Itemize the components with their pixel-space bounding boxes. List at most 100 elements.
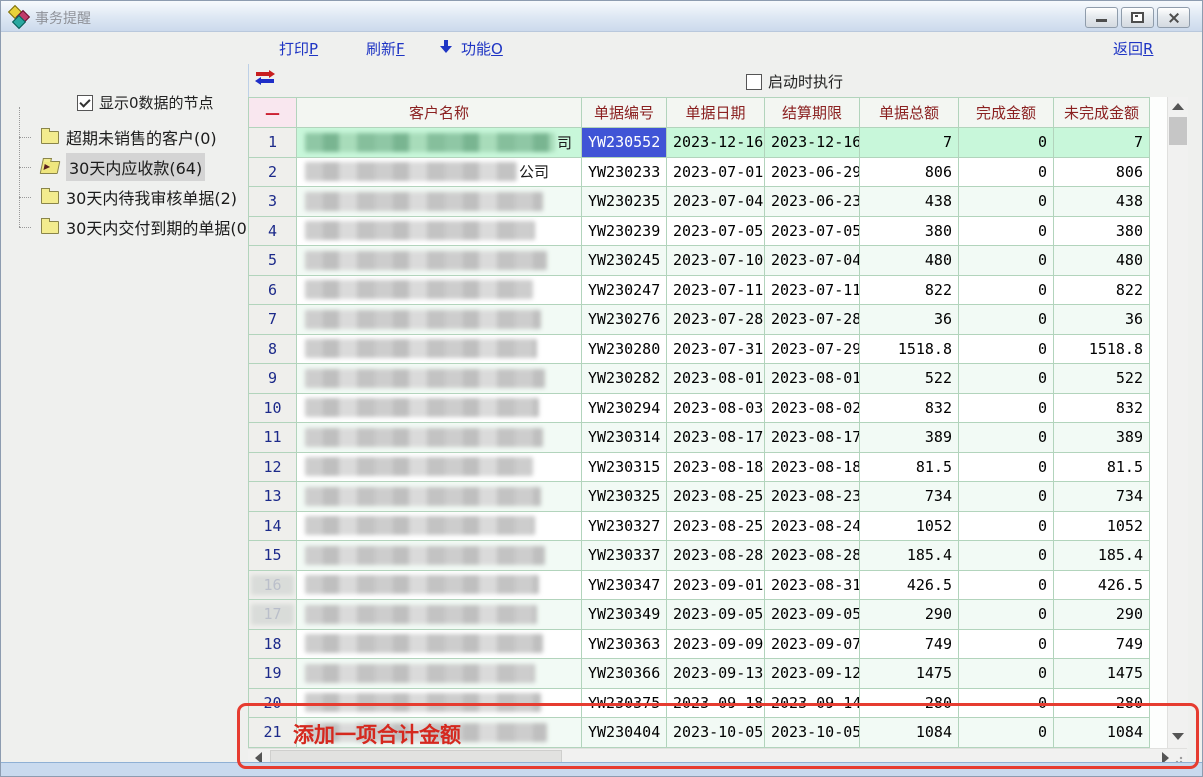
cell-doc-no[interactable]: YW230282 xyxy=(582,364,667,394)
cell-doc-no[interactable]: YW230294 xyxy=(582,393,667,423)
show-zero-nodes-checkbox-row[interactable]: 显示0数据的节点 xyxy=(77,92,214,113)
table-row[interactable]: 16YW2303472023-09-012023-08-31426.50426.… xyxy=(249,570,1150,600)
cell-undone-amount[interactable]: 1518.8 xyxy=(1054,334,1150,364)
cell-total-amount[interactable]: 389 xyxy=(860,423,959,453)
cell-total-amount[interactable]: 734 xyxy=(860,482,959,512)
cell-undone-amount[interactable]: 1475 xyxy=(1054,659,1150,689)
table-row[interactable]: 5YW2302452023-07-102023-07-044800480 xyxy=(249,246,1150,276)
cell-doc-date[interactable]: 2023-08-25 xyxy=(667,511,765,541)
cell-row-number[interactable]: 8 xyxy=(249,334,297,364)
cell-row-number[interactable]: 10 xyxy=(249,393,297,423)
cell-total-amount[interactable]: 832 xyxy=(860,393,959,423)
cell-done-amount[interactable]: 0 xyxy=(959,511,1054,541)
cell-total-amount[interactable]: 1052 xyxy=(860,511,959,541)
cell-customer-name[interactable] xyxy=(297,452,582,482)
table-row[interactable]: 2公司YW2302332023-07-012023-06-298060806 xyxy=(249,157,1150,187)
cell-row-number[interactable]: 4 xyxy=(249,216,297,246)
table-row[interactable]: 15YW2303372023-08-282023-08-28185.40185.… xyxy=(249,541,1150,571)
col-customer-name[interactable]: 客户名称 xyxy=(297,98,582,128)
cell-undone-amount[interactable]: 734 xyxy=(1054,482,1150,512)
cell-total-amount[interactable]: 806 xyxy=(860,157,959,187)
cell-row-number[interactable]: 17 xyxy=(249,600,297,630)
cell-customer-name[interactable] xyxy=(297,629,582,659)
cell-row-number[interactable]: 16 xyxy=(249,570,297,600)
cell-undone-amount[interactable]: 480 xyxy=(1054,246,1150,276)
cell-done-amount[interactable]: 0 xyxy=(959,187,1054,217)
cell-done-amount[interactable]: 0 xyxy=(959,157,1054,187)
table-row[interactable]: 9YW2302822023-08-012023-08-015220522 xyxy=(249,364,1150,394)
cell-row-number[interactable]: 13 xyxy=(249,482,297,512)
cell-total-amount[interactable]: 290 xyxy=(860,600,959,630)
cell-due-date[interactable]: 2023-08-18 xyxy=(765,452,860,482)
close-button[interactable] xyxy=(1157,7,1190,28)
cell-total-amount[interactable]: 1518.8 xyxy=(860,334,959,364)
cell-customer-name[interactable] xyxy=(297,423,582,453)
cell-row-number[interactable]: 19 xyxy=(249,659,297,689)
col-doc-date[interactable]: 单据日期 xyxy=(667,98,765,128)
cell-undone-amount[interactable]: 806 xyxy=(1054,157,1150,187)
cell-due-date[interactable]: 2023-06-29 xyxy=(765,157,860,187)
tree-item-receivables-30d[interactable]: 30天内应收款(64) xyxy=(15,152,253,182)
cell-customer-name[interactable] xyxy=(297,600,582,630)
cell-done-amount[interactable]: 0 xyxy=(959,216,1054,246)
cell-due-date[interactable]: 2023-08-31 xyxy=(765,570,860,600)
table-row[interactable]: 7YW2302762023-07-282023-07-2836036 xyxy=(249,305,1150,335)
run-on-startup-checkbox[interactable] xyxy=(746,74,762,90)
cell-done-amount[interactable]: 0 xyxy=(959,246,1054,276)
cell-doc-no[interactable]: YW230325 xyxy=(582,482,667,512)
cell-row-number[interactable]: 18 xyxy=(249,629,297,659)
cell-due-date[interactable]: 2023-08-28 xyxy=(765,541,860,571)
cell-doc-date[interactable]: 2023-08-28 xyxy=(667,541,765,571)
cell-doc-no[interactable]: YW230552 xyxy=(582,128,667,158)
cell-doc-no[interactable]: YW230315 xyxy=(582,452,667,482)
cell-row-number[interactable]: 9 xyxy=(249,364,297,394)
cell-done-amount[interactable]: 0 xyxy=(959,364,1054,394)
cell-customer-name[interactable] xyxy=(297,570,582,600)
tree-item-delivery-due-30d[interactable]: 30天内交付到期的单据(0) xyxy=(15,212,253,242)
tree-item-overdue-customers[interactable]: 超期未销售的客户(0) xyxy=(15,122,253,152)
vertical-scrollbar[interactable] xyxy=(1167,97,1188,748)
table-row[interactable]: 11YW2303142023-08-172023-08-173890389 xyxy=(249,423,1150,453)
cell-doc-date[interactable]: 2023-09-01 xyxy=(667,570,765,600)
tree-item-pending-audit-30d[interactable]: 30天内待我审核单据(2) xyxy=(15,182,253,212)
cell-done-amount[interactable]: 0 xyxy=(959,629,1054,659)
cell-due-date[interactable]: 2023-08-23 xyxy=(765,482,860,512)
cell-doc-date[interactable]: 2023-09-09 xyxy=(667,629,765,659)
cell-due-date[interactable]: 2023-08-17 xyxy=(765,423,860,453)
cell-undone-amount[interactable]: 380 xyxy=(1054,216,1150,246)
cell-row-number[interactable]: 11 xyxy=(249,423,297,453)
col-done[interactable]: 完成金额 xyxy=(959,98,1054,128)
cell-customer-name[interactable]: 公司 xyxy=(297,157,582,187)
cell-total-amount[interactable]: 81.5 xyxy=(860,452,959,482)
cell-due-date[interactable]: 2023-08-24 xyxy=(765,511,860,541)
cell-due-date[interactable]: 2023-12-16 xyxy=(765,128,860,158)
cell-doc-no[interactable]: YW230327 xyxy=(582,511,667,541)
col-undone[interactable]: 未完成金额 xyxy=(1054,98,1150,128)
col-due-date[interactable]: 结算期限 xyxy=(765,98,860,128)
cell-undone-amount[interactable]: 290 xyxy=(1054,600,1150,630)
cell-undone-amount[interactable]: 522 xyxy=(1054,364,1150,394)
cell-doc-date[interactable]: 2023-07-05 xyxy=(667,216,765,246)
cell-total-amount[interactable]: 522 xyxy=(860,364,959,394)
cell-due-date[interactable]: 2023-07-29 xyxy=(765,334,860,364)
cell-doc-date[interactable]: 2023-07-11 xyxy=(667,275,765,305)
cell-row-number[interactable]: 1 xyxy=(249,128,297,158)
cell-doc-no[interactable]: YW230239 xyxy=(582,216,667,246)
cell-row-number[interactable]: 15 xyxy=(249,541,297,571)
cell-doc-date[interactable]: 2023-08-17 xyxy=(667,423,765,453)
print-button[interactable]: 打印P xyxy=(279,38,318,59)
cell-doc-date[interactable]: 2023-08-25 xyxy=(667,482,765,512)
cell-doc-date[interactable]: 2023-09-05 xyxy=(667,600,765,630)
cell-undone-amount[interactable]: 36 xyxy=(1054,305,1150,335)
table-row[interactable]: 10YW2302942023-08-032023-08-028320832 xyxy=(249,393,1150,423)
cell-undone-amount[interactable]: 832 xyxy=(1054,393,1150,423)
cell-done-amount[interactable]: 0 xyxy=(959,275,1054,305)
vertical-scroll-thumb[interactable] xyxy=(1169,117,1187,145)
cell-doc-no[interactable]: YW230349 xyxy=(582,600,667,630)
cell-customer-name[interactable] xyxy=(297,541,582,571)
cell-total-amount[interactable]: 185.4 xyxy=(860,541,959,571)
cell-total-amount[interactable]: 380 xyxy=(860,216,959,246)
cell-total-amount[interactable]: 7 xyxy=(860,128,959,158)
cell-customer-name[interactable] xyxy=(297,246,582,276)
cell-undone-amount[interactable]: 822 xyxy=(1054,275,1150,305)
